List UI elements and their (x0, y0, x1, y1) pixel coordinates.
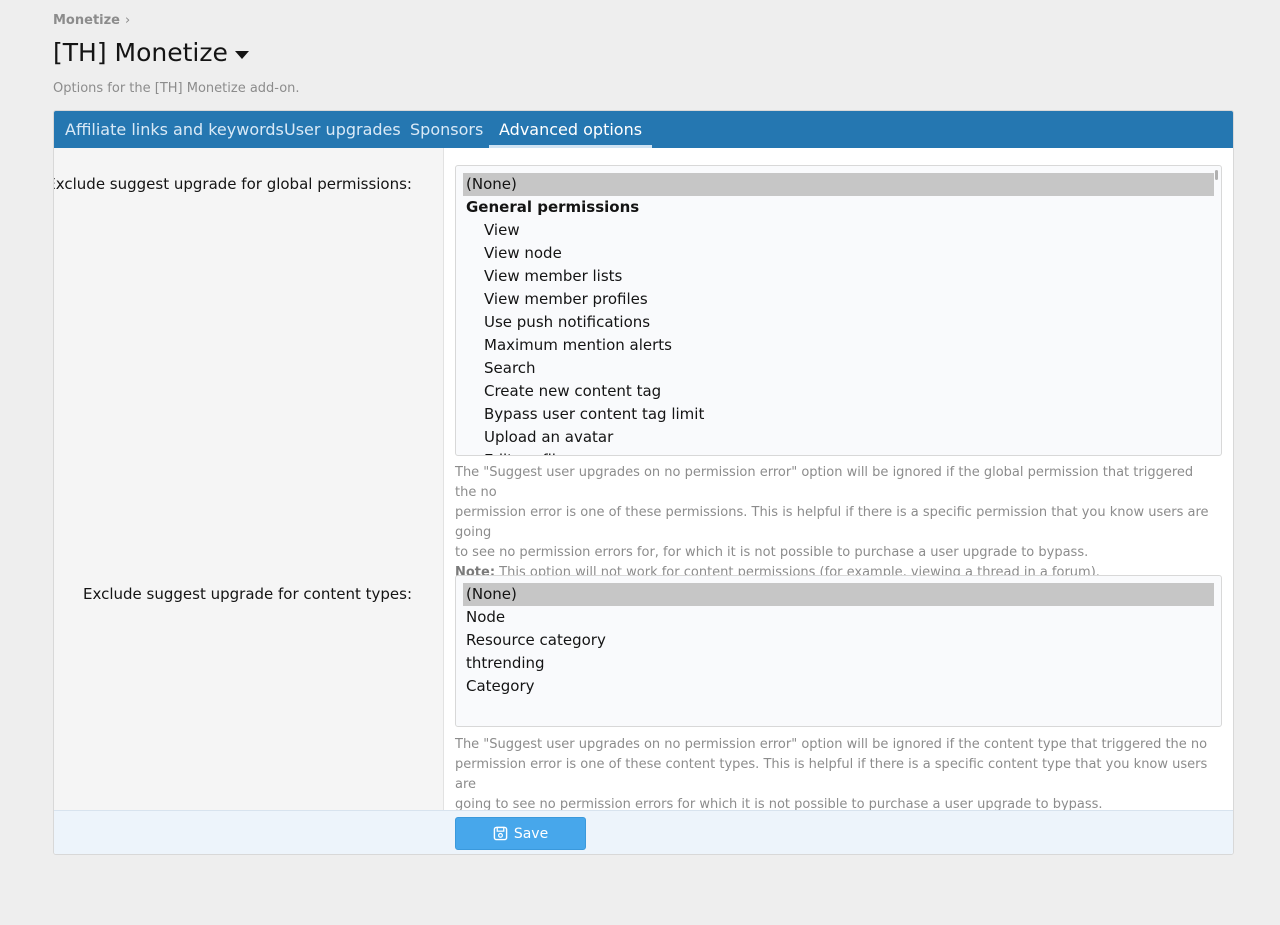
select-option[interactable]: Category (463, 675, 1214, 698)
scrollbar-thumb[interactable] (1215, 170, 1218, 180)
save-button[interactable]: Save (455, 817, 586, 850)
breadcrumb: Monetize › (53, 13, 130, 28)
tab-advanced-options[interactable]: Advanced options (489, 111, 653, 148)
select-option[interactable]: (None) (463, 583, 1214, 606)
save-label: Save (513, 825, 549, 842)
select-option[interactable]: View member lists (463, 265, 1214, 288)
page-description: Options for the [TH] Monetize add-on. (53, 81, 300, 96)
save-icon (493, 826, 508, 841)
tab-user-upgrades[interactable]: User upgrades (284, 111, 401, 148)
select-option[interactable]: Resource category (463, 629, 1214, 652)
select-option[interactable]: Upload an avatar (463, 426, 1214, 449)
select-option[interactable]: thtrending (463, 652, 1214, 675)
select-option[interactable]: Create new content tag (463, 380, 1214, 403)
tab-sponsors[interactable]: Sponsors (410, 111, 483, 148)
breadcrumb-separator: › (125, 13, 131, 28)
hint-line: permission error is one of these content… (455, 757, 1208, 792)
label-column (54, 148, 444, 810)
select-option[interactable]: Maximum mention alerts (463, 334, 1214, 357)
select-option[interactable]: Bypass user content tag limit (463, 403, 1214, 426)
options-block: Affiliate links and keywords User upgrad… (53, 110, 1234, 855)
hint-line: The "Suggest user upgrades on no permiss… (455, 465, 1194, 500)
page-title-text: [TH] Monetize (53, 38, 228, 67)
select-option[interactable]: Node (463, 606, 1214, 629)
select-option[interactable]: (None) (463, 173, 1214, 196)
global-permissions-select[interactable]: (None) General permissions View View node Vi… (455, 165, 1222, 456)
option-group-label: General permissions (466, 198, 640, 216)
content-types-select[interactable]: (None) Node Resource category thtrending Cat… (455, 575, 1222, 727)
select-option[interactable]: View node (463, 242, 1214, 265)
select-option[interactable]: Use push notifications (463, 311, 1214, 334)
hint-line: permission error is one of these permiss… (455, 505, 1209, 540)
select-option[interactable]: View member profiles (463, 288, 1214, 311)
select-option[interactable]: View (463, 219, 1214, 242)
tab-affiliate-links[interactable]: Affiliate links and keywords (65, 111, 284, 148)
tab-bar: Affiliate links and keywords User upgrad… (54, 111, 1233, 148)
global-permissions-hint: The "Suggest user upgrades on no permiss… (455, 463, 1215, 583)
hint-line: The "Suggest user upgrades on no permiss… (455, 737, 1208, 752)
content-types-hint: The "Suggest user upgrades on no permiss… (455, 735, 1215, 815)
hint-line: to see no permission errors for, for whi… (455, 545, 1089, 560)
caret-down-icon[interactable] (234, 50, 249, 59)
global-permissions-label: Exclude suggest upgrade for global permi… (53, 175, 412, 193)
select-option[interactable]: Edit profile (463, 449, 1214, 455)
form-footer: Save (54, 810, 1233, 854)
breadcrumb-item-monetize[interactable]: Monetize (53, 13, 120, 28)
page-title: [TH] Monetize (53, 38, 249, 67)
select-option[interactable]: Search (463, 357, 1214, 380)
content-types-label: Exclude suggest upgrade for content type… (83, 585, 412, 603)
